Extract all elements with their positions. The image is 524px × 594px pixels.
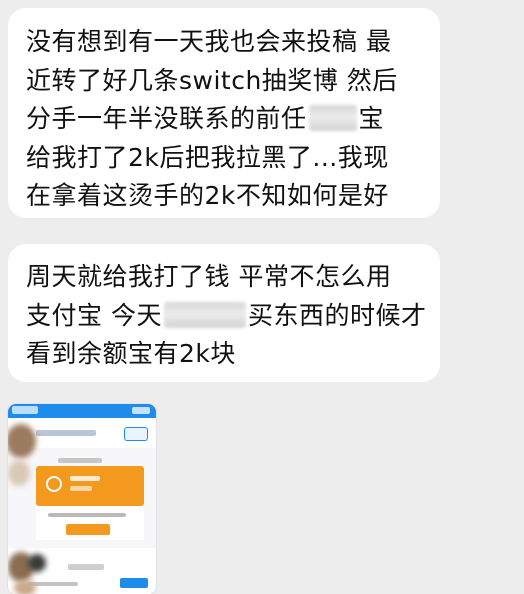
message-line: 近转了好几条switch抽奖博 然后 [26,65,398,95]
blurred-text [48,513,126,517]
message-bubble[interactable]: 周天就给我打了钱 平常不怎么用 支付宝 今天 买东西的时候才 看到余额宝有2k块 [8,244,440,382]
message-line: 周天就给我打了钱 平常不怎么用 [26,262,392,291]
message-line: 分手一年半没联系的前任 宝 [26,100,430,139]
blurred-text [58,458,102,463]
coin-icon [46,476,62,492]
message-text: 分手一年半没联系的前任 [26,104,307,133]
message-line: 看到余额宝有2k块 [26,339,236,368]
transfer-card [36,466,144,506]
blurred-text [70,476,100,481]
blurred-text [36,430,96,436]
back-arrow-icon [12,406,38,414]
redacted-text [163,301,246,328]
message-line: 支付宝 今天 买东西的时候才 [26,297,430,336]
transfer-card-footer [36,506,144,540]
redacted-text [308,105,357,131]
chat-area: 没有想到有一天我也会来投稿 最 近转了好几条switch抽奖博 然后 分手一年半… [0,0,524,594]
message-text: 支付宝 今天 [26,300,162,330]
message-text: 买东西的时候才 [247,300,427,330]
blurred-button [66,524,110,535]
avatar-blur [28,554,46,572]
message-line: 给我打了2k后把我拉黑了...我现 [26,142,389,172]
header-icons [132,407,150,414]
blurred-text [70,486,92,491]
avatar-blur [8,424,36,458]
message-bubble[interactable]: 没有想到有一天我也会来投稿 最 近转了好几条switch抽奖博 然后 分手一年半… [8,8,440,218]
message-line: 没有想到有一天我也会来投稿 最 [26,27,392,56]
image-message-thumbnail[interactable] [8,404,156,594]
blurred-button [124,427,148,441]
message-text: 宝 [358,104,385,133]
avatar-blur [8,460,30,486]
message-line: 在拿着这烫手的2k不知如何是好 [26,181,389,210]
blurred-text [68,564,104,570]
blurred-button [120,578,148,588]
thumbnail-app-header [8,404,156,418]
